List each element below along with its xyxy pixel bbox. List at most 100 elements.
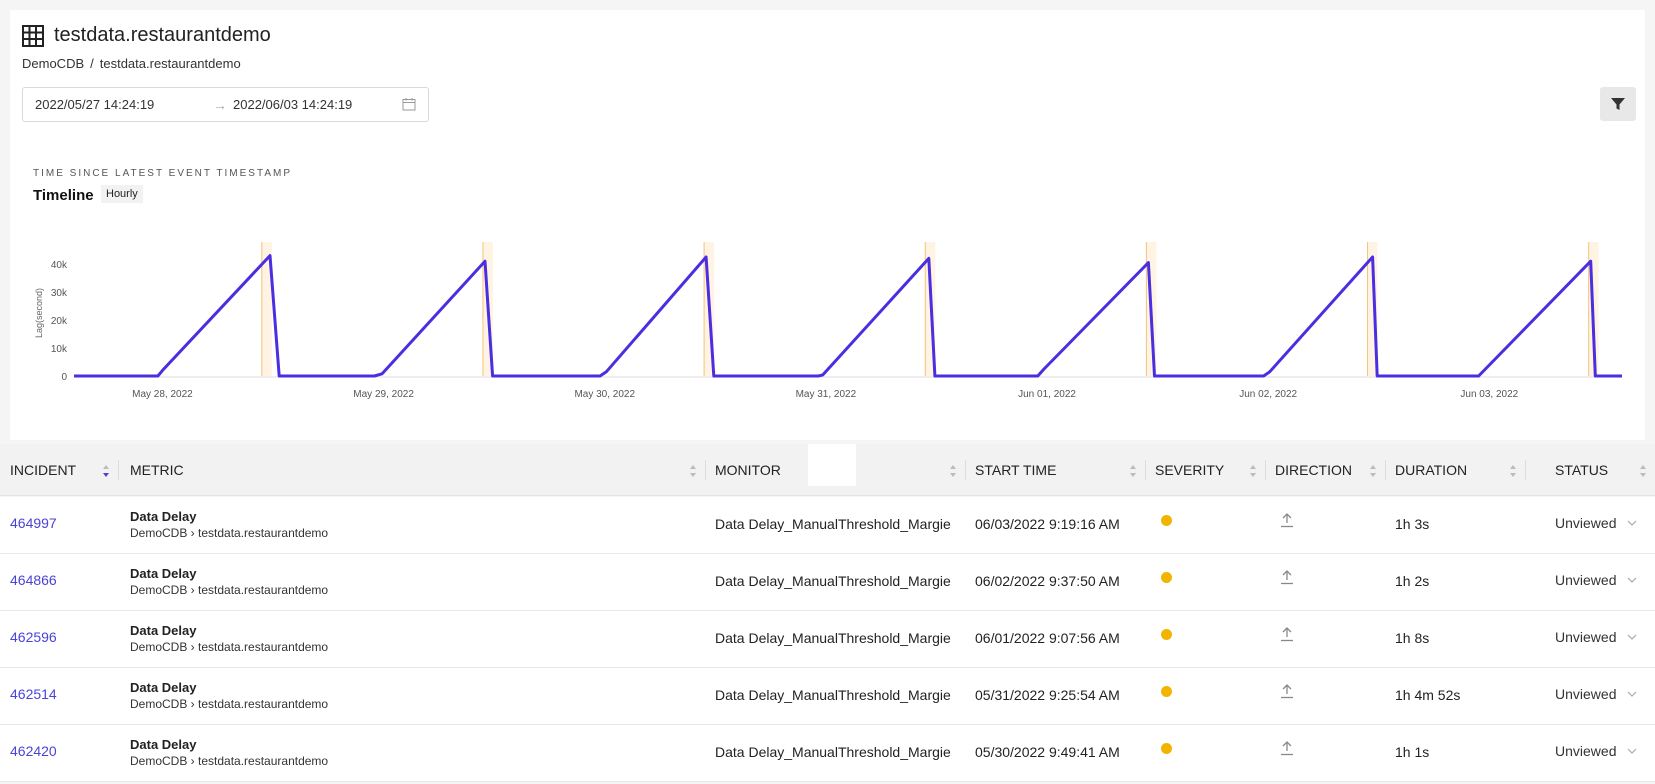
table-row[interactable]: 462596 Data Delay DemoCDB › testdata.resta… [0,611,1655,668]
metric-name: Data Delay [130,623,197,638]
incident-id-link[interactable]: 464997 [10,515,57,531]
breadcrumb-separator: / [90,56,94,71]
series-line [74,254,1622,378]
column-label: SEVERITY [1155,462,1225,478]
table-grid-icon [22,24,44,47]
monitor-cell: Data Delay_ManualThreshold_Margie [715,630,951,646]
column-divider [1145,460,1146,480]
breadcrumb-item-table[interactable]: testdata.restaurantdemo [100,56,241,71]
column-header-start-time[interactable]: START TIME [975,444,1145,496]
column-header-direction[interactable]: DIRECTION [1275,444,1385,496]
start-time-cell: 05/30/2022 9:49:41 AM [975,744,1120,760]
x-tick-label: Jun 02, 2022 [1239,389,1297,400]
date-range-picker[interactable]: 2022/05/27 14:24:19 → 2022/06/03 14:24:1… [22,87,429,122]
duration-cell: 1h 4m 52s [1395,687,1461,703]
breadcrumb: DemoCDB / testdata.restaurantdemo [22,56,241,71]
filter-icon [1611,98,1625,110]
y-tick-label: 0 [61,372,67,383]
severity-dot-icon [1161,629,1172,640]
upload-arrow-icon [1281,570,1293,585]
page-title: testdata.restaurantdemo [54,24,271,46]
monitor-cell: Data Delay_ManualThreshold_Margie [715,516,951,532]
metric-name: Data Delay [130,566,197,581]
column-label: METRIC [130,462,184,478]
column-divider [1385,460,1386,480]
filter-button[interactable] [1600,87,1636,121]
monitor-cell: Data Delay_ManualThreshold_Margie [715,744,951,760]
metric-cell: Data Delay DemoCDB › testdata.restaurantd… [130,623,328,654]
incident-id-link[interactable]: 462420 [10,743,57,759]
start-time-cell: 05/31/2022 9:25:54 AM [975,687,1120,703]
sort-icon [950,465,956,477]
calendar-icon[interactable] [402,97,416,111]
table-row[interactable]: 462420 Data Delay DemoCDB › testdata.resta… [0,725,1655,782]
column-label: STATUS [1555,462,1609,478]
severity-dot-icon [1161,686,1172,697]
x-tick-label: Jun 01, 2022 [1018,389,1076,400]
sort-desc-icon [103,465,109,477]
table-row[interactable]: 464997 Data Delay DemoCDB › testdata.resta… [0,497,1655,554]
table-row[interactable]: 462514 Data Delay DemoCDB › testdata.resta… [0,668,1655,725]
sort-icon [1510,465,1516,477]
upload-arrow-icon [1281,627,1293,642]
timeline-title: Timeline [33,187,94,204]
column-divider [965,460,966,480]
chevron-down-icon[interactable] [1627,690,1637,698]
monitor-cell: Data Delay_ManualThreshold_Margie [715,573,951,589]
y-axis-label: Lag(second) [34,288,44,338]
metric-path: DemoCDB › testdata.restaurantdemo [130,583,329,597]
chevron-down-icon[interactable] [1627,747,1637,755]
severity-dot-icon [1161,572,1172,583]
upload-arrow-icon [1281,741,1293,756]
column-header-status[interactable]: STATUS [1555,444,1655,496]
upload-arrow-icon [1281,684,1293,699]
x-tick-label: May 29, 2022 [353,389,414,400]
monitor-cell: Data Delay_ManualThreshold_Margie [715,687,951,703]
start-time-cell: 06/02/2022 9:37:50 AM [975,573,1120,589]
column-header-severity[interactable]: SEVERITY [1155,444,1265,496]
status-dropdown[interactable]: Unviewed [1555,686,1616,702]
column-label: START TIME [975,462,1057,478]
column-header-metric[interactable]: METRIC [130,444,705,496]
incident-id-link[interactable]: 462514 [10,686,57,702]
start-time-cell: 06/03/2022 9:19:16 AM [975,516,1120,532]
column-label: DURATION [1395,462,1468,478]
status-dropdown[interactable]: Unviewed [1555,743,1616,759]
end-date-input[interactable]: 2022/06/03 14:24:19 [233,97,352,112]
column-divider [118,460,119,480]
column-label: MONITOR [715,462,781,478]
y-tick-label: 30k [51,288,68,299]
metric-name: Data Delay [130,509,197,524]
start-date-input[interactable]: 2022/05/27 14:24:19 [35,97,154,112]
breadcrumb-item-database[interactable]: DemoCDB [22,56,84,71]
chevron-down-icon[interactable] [1627,576,1637,584]
duration-cell: 1h 8s [1395,630,1430,646]
duration-cell: 1h 3s [1395,516,1430,532]
metric-cell: Data Delay DemoCDB › testdata.restaurantd… [130,566,328,597]
page-header: testdata.restaurantdemo [22,24,271,47]
table-row[interactable]: 464866 Data Delay DemoCDB › testdata.resta… [0,554,1655,611]
chevron-down-icon[interactable] [1627,519,1637,527]
incident-id-link[interactable]: 464866 [10,572,57,588]
column-label: INCIDENT [10,462,77,478]
y-tick-label: 10k [51,344,68,355]
column-divider [1525,460,1526,480]
metric-path: DemoCDB › testdata.restaurantdemo [130,640,329,654]
column-header-monitor[interactable]: MONITOR [715,444,965,496]
metric-cell: Data Delay DemoCDB › testdata.restaurantd… [130,680,328,711]
status-dropdown[interactable]: Unviewed [1555,515,1616,531]
column-header-incident[interactable]: INCIDENT [10,444,118,496]
x-tick-label: May 31, 2022 [796,389,857,400]
severity-dot-icon [1161,515,1172,526]
status-dropdown[interactable]: Unviewed [1555,629,1616,645]
metric-path: DemoCDB › testdata.restaurantdemo [130,697,329,711]
column-header-duration[interactable]: DURATION [1395,444,1525,496]
y-tick-label: 20k [51,316,68,327]
x-tick-label: May 28, 2022 [132,389,193,400]
granularity-badge[interactable]: Hourly [101,185,143,203]
section-label: TIME SINCE LATEST EVENT TIMESTAMP [33,168,292,179]
chevron-down-icon[interactable] [1627,633,1637,641]
metric-path: DemoCDB › testdata.restaurantdemo [130,754,329,768]
status-dropdown[interactable]: Unviewed [1555,572,1616,588]
incident-id-link[interactable]: 462596 [10,629,57,645]
